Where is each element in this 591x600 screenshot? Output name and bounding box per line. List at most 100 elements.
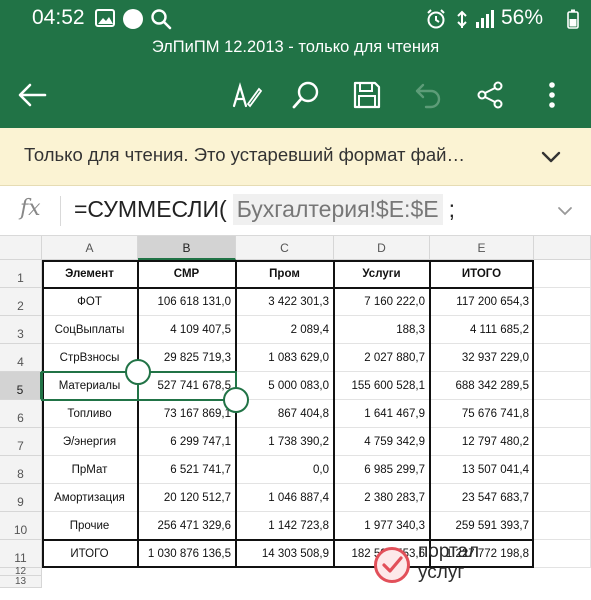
empty-cell[interactable] — [534, 456, 591, 484]
empty-cell[interactable] — [534, 344, 591, 372]
row-label-cell[interactable]: Топливо — [42, 400, 138, 428]
table-cell[interactable]: 1 083 629,0 — [236, 344, 334, 372]
row-header-12[interactable]: 12 — [0, 567, 42, 577]
table-cell[interactable]: 1 046 887,4 — [236, 484, 334, 512]
table-cell[interactable]: 259 591 393,7 — [430, 512, 534, 540]
header-cell[interactable]: СМР — [138, 260, 236, 288]
row-header-2[interactable]: 2 — [0, 288, 42, 316]
chevron-down-icon[interactable] — [538, 144, 564, 170]
table-cell[interactable]: 12 797 480,2 — [430, 428, 534, 456]
table-cell[interactable]: 155 600 528,1 — [334, 372, 430, 400]
chevron-down-icon[interactable] — [554, 200, 576, 222]
empty-cell[interactable] — [534, 540, 591, 568]
table-cell[interactable]: 5 000 083,0 — [236, 372, 334, 400]
table-cell[interactable]: 2 380 283,7 — [334, 484, 430, 512]
selection-handle-start[interactable] — [125, 359, 151, 385]
row-header-6[interactable]: 6 — [0, 400, 42, 428]
row-header-10[interactable]: 10 — [0, 512, 42, 540]
table-cell[interactable]: 6 299 747,1 — [138, 428, 236, 456]
table-cell[interactable]: 7 160 222,0 — [334, 288, 430, 316]
table-cell[interactable]: 4 109 407,5 — [138, 316, 236, 344]
table-cell[interactable]: 0,0 — [236, 456, 334, 484]
table-cell[interactable]: 1 030 876 136,5 — [138, 540, 236, 568]
table-cell[interactable]: 20 120 512,7 — [138, 484, 236, 512]
empty-cell[interactable] — [534, 484, 591, 512]
table-cell[interactable]: 75 676 741,8 — [430, 400, 534, 428]
status-time: 04:52 — [32, 6, 85, 29]
more-button[interactable] — [530, 75, 574, 119]
table-cell[interactable]: 23 547 683,7 — [430, 484, 534, 512]
table-cell[interactable]: 1 142 723,8 — [236, 512, 334, 540]
table-cell[interactable]: 256 471 329,6 — [138, 512, 236, 540]
formula-text[interactable]: =СУММЕСЛИ( Бухгалтерия!$E:$E ; — [74, 194, 455, 225]
row-header-11[interactable]: 11 — [0, 540, 42, 568]
table-cell[interactable]: 6 521 741,7 — [138, 456, 236, 484]
table-cell[interactable]: 117 200 654,3 — [430, 288, 534, 316]
row-label-cell[interactable]: СтрВзносы — [42, 344, 138, 372]
row-label-cell[interactable]: ФОТ — [42, 288, 138, 316]
save-button[interactable] — [345, 75, 389, 119]
table-cell[interactable]: 1 977 340,3 — [334, 512, 430, 540]
header-cell[interactable]: Услуги — [334, 260, 430, 288]
column-header-e[interactable]: E — [430, 236, 534, 260]
table-cell[interactable]: 188,3 — [334, 316, 430, 344]
selection-handle-end[interactable] — [223, 387, 249, 413]
table-cell[interactable]: 4 759 342,9 — [334, 428, 430, 456]
row-header-1[interactable]: 1 — [0, 260, 42, 288]
row-label-cell[interactable]: СоцВыплаты — [42, 316, 138, 344]
table-cell[interactable]: 14 303 508,9 — [236, 540, 334, 568]
share-button[interactable] — [468, 75, 512, 119]
table-cell[interactable]: 32 937 229,0 — [430, 344, 534, 372]
search-icon — [150, 8, 172, 30]
table-cell[interactable]: 73 167 869,1 — [138, 400, 236, 428]
header-cell[interactable]: ИТОГО — [430, 260, 534, 288]
empty-cell[interactable] — [534, 512, 591, 540]
gallery-icon — [94, 8, 116, 28]
formula-bar[interactable]: fx =СУММЕСЛИ( Бухгалтерия!$E:$E ; — [0, 186, 591, 236]
table-cell[interactable]: 4 111 685,2 — [430, 316, 534, 344]
row-label-cell[interactable]: Амортизация — [42, 484, 138, 512]
table-cell[interactable]: 2 089,4 — [236, 316, 334, 344]
empty-cell[interactable] — [534, 288, 591, 316]
table-cell[interactable]: 6 985 299,7 — [334, 456, 430, 484]
more-icon — [548, 81, 556, 114]
column-header-d[interactable]: D — [334, 236, 430, 260]
checkmark-icon — [374, 547, 410, 583]
undo-button[interactable] — [406, 75, 450, 119]
row-header-7[interactable]: 7 — [0, 428, 42, 456]
row-label-cell[interactable]: Прочие — [42, 512, 138, 540]
header-cell[interactable]: Элемент — [42, 260, 138, 288]
column-header-a[interactable]: A — [42, 236, 138, 260]
table-cell[interactable]: 29 825 719,3 — [138, 344, 236, 372]
status-bar: 04:52 56% — [0, 0, 591, 36]
row-label-cell[interactable]: Э/энергия — [42, 428, 138, 456]
table-cell[interactable]: 3 422 301,3 — [236, 288, 334, 316]
row-header-8[interactable]: 8 — [0, 456, 42, 484]
header-cell[interactable]: Пром — [236, 260, 334, 288]
empty-cell[interactable] — [534, 400, 591, 428]
row-label-cell[interactable]: ИТОГО — [42, 540, 138, 568]
table-cell[interactable]: 1 738 390,2 — [236, 428, 334, 456]
table-cell[interactable]: 867 404,8 — [236, 400, 334, 428]
empty-cell[interactable] — [534, 260, 591, 288]
column-header-c[interactable]: C — [236, 236, 334, 260]
table-cell[interactable]: 13 507 041,4 — [430, 456, 534, 484]
search-button[interactable] — [284, 75, 328, 119]
select-all-corner[interactable] — [0, 236, 42, 260]
row-label-cell[interactable]: ПрМат — [42, 456, 138, 484]
table-cell[interactable]: 2 027 880,7 — [334, 344, 430, 372]
row-header-4[interactable]: 4 — [0, 344, 42, 372]
row-header-3[interactable]: 3 — [0, 316, 42, 344]
column-header-b[interactable]: B — [138, 236, 236, 260]
table-cell[interactable]: 688 342 289,5 — [430, 372, 534, 400]
empty-cell[interactable] — [534, 428, 591, 456]
empty-cell[interactable] — [534, 316, 591, 344]
back-button[interactable] — [10, 75, 54, 119]
row-header-9[interactable]: 9 — [0, 484, 42, 512]
table-cell[interactable]: 1 641 467,9 — [334, 400, 430, 428]
table-cell[interactable]: 106 618 131,0 — [138, 288, 236, 316]
empty-cell[interactable] — [534, 372, 591, 400]
edit-button[interactable] — [225, 75, 269, 119]
row-header-5[interactable]: 5 — [0, 372, 42, 400]
row-header-13[interactable]: 13 — [0, 576, 42, 588]
